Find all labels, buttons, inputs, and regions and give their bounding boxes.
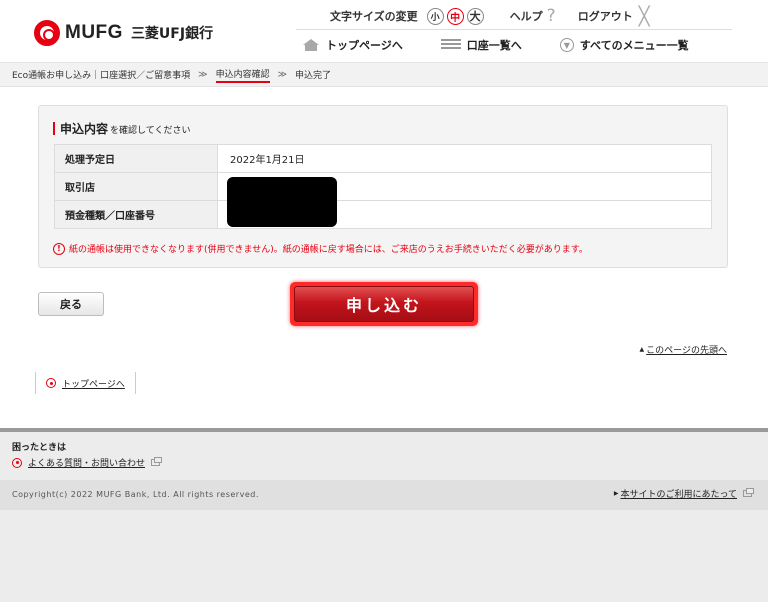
copyright-text: Copyright(c) 2022 MUFG Bank, Ltd. All ri… — [12, 490, 259, 499]
table-row: 預金種類／口座番号 — [54, 200, 712, 229]
confirmation-heading: 申込内容 を確認してください — [53, 120, 190, 137]
font-size-label: 文字サイズの変更 — [330, 10, 418, 23]
apply-button-frame[interactable]: 申し込む — [290, 282, 478, 326]
header-divider — [296, 29, 732, 30]
footer-nav: トップページへ — [35, 372, 136, 394]
breadcrumb-step-2-current: 申込内容確認 — [215, 67, 270, 83]
triangle-right-icon: ▶ — [613, 490, 619, 497]
terms-label: 本サイトのご利用にあたって — [620, 490, 737, 500]
brand-name: MUFG — [65, 22, 123, 43]
breadcrumb-separator: ≫ — [198, 69, 208, 80]
row-value-date: 2022年1月21日 — [217, 144, 712, 173]
close-icon: ╳ — [638, 5, 650, 27]
logout-label: ログアウト — [577, 10, 633, 23]
table-row: 処理予定日 2022年1月21日 — [54, 144, 712, 173]
warning-notice: ! 紙の通帳は使用できなくなります(併用できません)。紙の通帳に戻す場合には、ご… — [53, 242, 588, 255]
nav-top-page[interactable]: トップページへ — [302, 37, 403, 53]
mufg-logo[interactable]: MUFG 三菱UFJ銀行 — [34, 20, 213, 46]
help-title: 困ったときは — [12, 443, 67, 453]
heading-sub: を確認してください — [110, 126, 191, 136]
brand-sub: 三菱UFJ銀行 — [130, 26, 214, 42]
warning-icon: ! — [53, 242, 65, 255]
global-nav: トップページへ 口座一覧へ ▼ すべてのメニュー一覧 — [302, 36, 689, 54]
breadcrumb-step-3: 申込完了 — [295, 71, 332, 81]
faq-link[interactable]: よくある質問・お問い合わせ — [12, 456, 163, 469]
footer-top-page-link[interactable]: トップページへ — [62, 377, 125, 390]
redacted-block — [227, 177, 337, 227]
nav-top-page-label: トップページへ — [326, 39, 403, 52]
row-label-date: 処理予定日 — [54, 144, 218, 173]
nav-all-menu[interactable]: ▼ すべてのメニュー一覧 — [559, 37, 689, 53]
font-size-small-button[interactable]: 小 — [426, 7, 444, 25]
apply-button[interactable]: 申し込む — [294, 286, 474, 322]
logout-link[interactable]: ログアウト ╳ — [578, 6, 650, 27]
utility-bar: 文字サイズの変更 小 中 大 ヘルプ ? ログアウト ╳ — [330, 6, 650, 27]
question-icon: ? — [546, 6, 556, 26]
table-row: 取引店 — [54, 172, 712, 201]
nav-all-menu-label: すべてのメニュー一覧 — [579, 39, 689, 52]
breadcrumb-separator: ≫ — [277, 69, 288, 80]
nav-accounts-label: 口座一覧へ — [466, 39, 522, 52]
font-size-large-button[interactable]: 大 — [466, 7, 484, 25]
triangle-up-icon: ▲ — [639, 346, 645, 353]
breadcrumb: Eco通帳お申し込み｜口座選択／ご留意事項 ≫ 申込内容確認 ≫ 申込完了 — [0, 62, 768, 87]
warning-text: 紙の通帳は使用できなくなります(併用できません)。紙の通帳に戻す場合には、ご来店… — [69, 245, 588, 255]
row-label-account: 預金種類／口座番号 — [54, 200, 218, 229]
home-icon — [302, 39, 320, 51]
account-list-icon — [440, 39, 461, 51]
row-label-branch: 取引店 — [54, 172, 218, 201]
breadcrumb-step-1: Eco通帳お申し込み｜口座選択／ご留意事項 — [12, 71, 191, 81]
nav-accounts[interactable]: 口座一覧へ — [440, 37, 522, 53]
circle-arrow-icon — [46, 378, 56, 388]
heading-accent-bar — [53, 122, 55, 135]
back-button[interactable]: 戻る — [38, 292, 104, 316]
mufg-logo-icon — [34, 20, 60, 46]
faq-label: よくある質問・お問い合わせ — [28, 459, 146, 469]
help-section: 困ったときは よくある質問・お問い合わせ — [12, 440, 163, 469]
chevron-down-icon: ▼ — [559, 38, 574, 52]
terms-link[interactable]: ▶ 本サイトのご利用にあたって — [613, 487, 754, 500]
main-page: MUFG 三菱UFJ銀行 文字サイズの変更 小 中 大 ヘルプ ? ログアウト … — [0, 0, 768, 428]
confirmation-panel: 申込内容 を確認してください 処理予定日 2022年1月21日 取引店 預金種類… — [38, 105, 728, 268]
new-window-icon — [151, 457, 163, 466]
page-top-label: このページの先頭へ — [646, 346, 727, 356]
footer-divider — [0, 428, 768, 432]
help-link[interactable]: ヘルプ ? — [510, 6, 556, 26]
new-window-icon — [743, 488, 754, 497]
page-top-link[interactable]: ▲ このページの先頭へ — [640, 343, 727, 356]
confirmation-table: 処理予定日 2022年1月21日 取引店 預金種類／口座番号 — [54, 144, 712, 229]
circle-arrow-icon — [12, 457, 22, 468]
help-label: ヘルプ — [509, 10, 543, 23]
heading-main: 申込内容 — [60, 122, 109, 136]
font-size-medium-button[interactable]: 中 — [446, 7, 464, 25]
